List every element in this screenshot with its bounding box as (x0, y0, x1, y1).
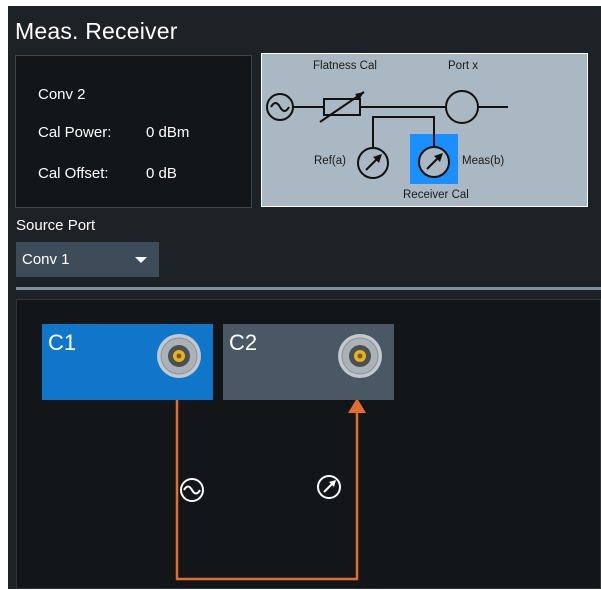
port-x-icon (445, 90, 479, 124)
cal-power-value: 0 dBm (146, 124, 190, 141)
dialog-title: Meas. Receiver (15, 18, 178, 44)
receiver-cal-schematic: Flatness Cal Port x Ref(a) Meas(b) Recei… (261, 53, 588, 207)
meter-icon (317, 475, 341, 499)
calibration-info-box: Conv 2 Cal Power: 0 dBm Cal Offset: 0 dB (15, 55, 252, 208)
connector-icon (338, 334, 382, 378)
cal-power-label: Cal Power: (38, 124, 112, 141)
source-port-dropdown[interactable]: Conv 1 (16, 242, 159, 277)
meas-receiver-dialog: Meas. Receiver Conv 2 Cal Power: 0 dBm C… (8, 6, 601, 589)
cal-offset-value: 0 dB (146, 165, 177, 182)
source-port-selected: Conv 1 (22, 251, 70, 268)
connection-diagram: C1 C2 (16, 299, 601, 589)
port-x-label: Port x (448, 60, 479, 72)
flatness-cal-label: Flatness Cal (313, 60, 377, 72)
generator-icon (180, 478, 204, 502)
schematic-diagram (266, 90, 508, 184)
port-c1[interactable]: C1 (42, 324, 213, 400)
chevron-down-icon (135, 257, 147, 263)
source-port-label: Source Port (16, 217, 96, 234)
cal-offset-row: Cal Offset: 0 dB (38, 165, 177, 182)
port-c1-label: C1 (48, 330, 77, 355)
receiver-cal-label: Receiver Cal (403, 189, 469, 201)
section-divider (16, 287, 601, 290)
connector-icon (157, 334, 201, 378)
cal-offset-label: Cal Offset: (38, 165, 109, 182)
converter-name: Conv 2 (38, 86, 86, 103)
port-c2-label: C2 (229, 330, 258, 355)
cal-power-row: Cal Power: 0 dBm (38, 124, 189, 141)
port-c2[interactable]: C2 (223, 324, 394, 400)
ref-a-label: Ref(a) (314, 155, 346, 167)
arrow-up-icon (348, 398, 366, 413)
meas-b-label: Meas(b) (462, 155, 505, 167)
